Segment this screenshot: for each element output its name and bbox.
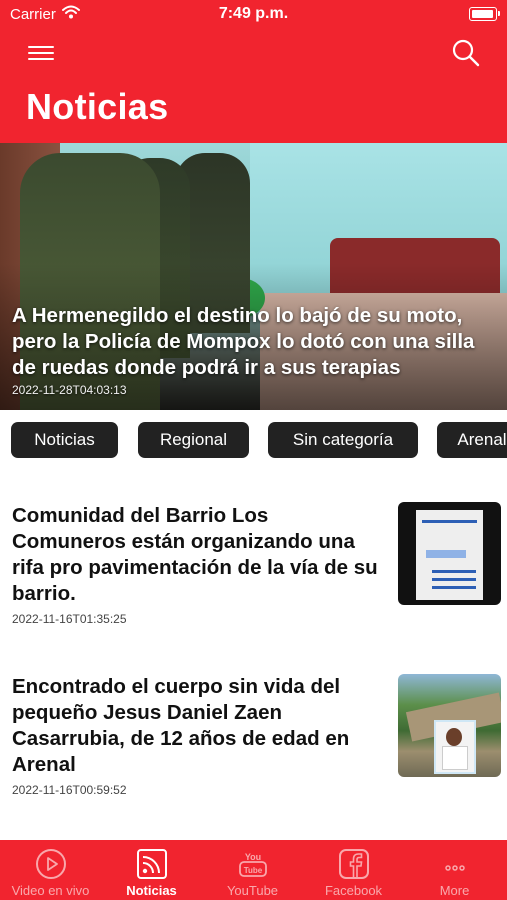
tab-video-en-vivo[interactable]: Video en vivo xyxy=(0,840,101,900)
article-title: Comunidad del Barrio Los Comuneros están… xyxy=(12,504,378,605)
app-header: Carrier 7:49 p.m. Noticias xyxy=(0,0,507,143)
bottom-tab-bar: Video en vivo Noticias You Tube YouTube … xyxy=(0,840,507,900)
tab-label: YouTube xyxy=(226,883,279,898)
tab-label: More xyxy=(439,883,470,898)
play-circle-icon xyxy=(35,849,66,879)
article-thumbnail xyxy=(398,674,501,777)
rss-feed-icon xyxy=(136,849,167,879)
featured-date: 2022-11-28T04:03:13 xyxy=(12,383,127,397)
article-date: 2022-11-16T01:35:25 xyxy=(12,612,127,626)
clock: 7:49 p.m. xyxy=(218,5,289,22)
tab-noticias[interactable]: Noticias xyxy=(101,840,202,900)
tab-label: Facebook xyxy=(324,883,383,898)
tab-label: Video en vivo xyxy=(11,883,90,898)
svg-text:You: You xyxy=(244,852,260,862)
article-date: 2022-11-16T00:59:52 xyxy=(12,783,127,797)
tab-facebook[interactable]: Facebook xyxy=(303,840,404,900)
chip-sin-categoria[interactable]: Sin categoría xyxy=(268,422,418,458)
list-item[interactable]: Comunidad del Barrio Los Comuneros están… xyxy=(0,500,507,640)
youtube-icon: You Tube xyxy=(238,852,267,877)
svg-text:Tube: Tube xyxy=(243,866,262,875)
category-chips: Noticias Regional Sin categoría Arenal xyxy=(0,422,507,460)
facebook-icon xyxy=(338,849,369,879)
tab-youtube[interactable]: You Tube YouTube xyxy=(202,840,303,900)
status-bar: Carrier 7:49 p.m. xyxy=(0,0,507,30)
chip-regional[interactable]: Regional xyxy=(138,422,249,458)
page-title: Noticias xyxy=(26,86,169,127)
featured-article[interactable]: A Hermenegildo el destino lo bajó de su … xyxy=(0,143,507,410)
article-thumbnail xyxy=(398,502,501,605)
battery-icon xyxy=(469,7,500,21)
list-item[interactable]: Encontrado el cuerpo sin vida del pequeñ… xyxy=(0,672,507,812)
chip-noticias[interactable]: Noticias xyxy=(11,422,118,458)
more-dots-icon xyxy=(444,865,465,871)
chip-arenal[interactable]: Arenal xyxy=(437,422,507,458)
tab-more[interactable]: More xyxy=(404,840,505,900)
hamburger-menu-icon[interactable] xyxy=(28,42,54,64)
tab-label: Noticias xyxy=(126,883,177,898)
featured-headline: A Hermenegildo el destino lo bajó de su … xyxy=(12,304,475,379)
article-title: Encontrado el cuerpo sin vida del pequeñ… xyxy=(12,675,350,776)
search-icon[interactable] xyxy=(451,38,481,68)
